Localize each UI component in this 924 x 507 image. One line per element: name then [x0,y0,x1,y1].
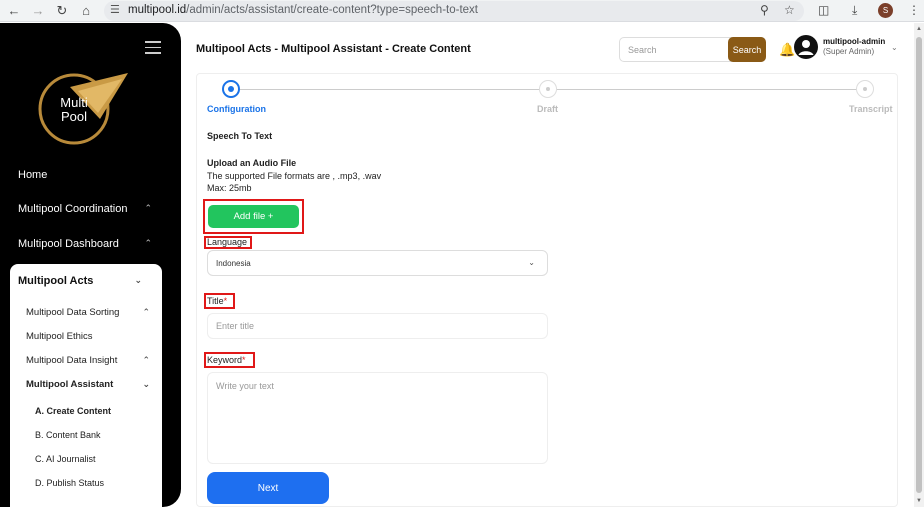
sidebar-item-data-insight[interactable]: Multipool Data Insight ⌃ [26,355,154,366]
step-draft-dot[interactable] [539,80,557,98]
hamburger-menu-icon[interactable] [145,41,161,54]
page-title: Multipool Acts - Multipool Assistant - C… [196,43,471,55]
sidebar-item-create-content[interactable]: A. Create Content [35,406,163,416]
chevron-up-icon: ⌃ [144,238,152,248]
upload-formats: The supported File formats are , .mp3, .… [207,171,382,181]
sidebar-item-coordination[interactable]: Multipool Coordination ⌃ [18,203,158,215]
create-content-card: Configuration Draft Transcript Speech To… [196,73,898,507]
upload-title: Upload an Audio File [207,158,297,168]
user-role: (Super Admin) [823,47,875,56]
step-transcript-label: Transcript [849,104,893,114]
sidebar-item-content-bank[interactable]: B. Content Bank [35,430,163,440]
step-draft-label: Draft [537,104,559,114]
star-icon[interactable]: ☆ [784,3,795,17]
chevron-up-icon: ⌃ [142,355,150,365]
title-input[interactable] [207,313,548,339]
section-title: Speech To Text [207,131,273,141]
forward-arrow-icon[interactable]: → [30,3,46,19]
page-scrollbar[interactable]: ▲ ▼ [914,23,924,507]
site-settings-icon[interactable]: ☰ [110,3,120,16]
user-avatar-icon[interactable] [794,35,818,59]
multipool-logo: Multi Pool [38,73,128,145]
language-select[interactable]: Indonesia ⌄ [207,250,548,276]
browser-toolbar: ← → ↻ ⌂ ☰ multipool.id/admin/acts/assist… [0,0,924,22]
extensions-icon[interactable]: ◫ [818,3,829,17]
sidebar-item-dashboard[interactable]: Multipool Dashboard ⌃ [18,238,158,250]
download-icon[interactable]: ⤓ [852,3,857,18]
notification-bell-icon[interactable]: 🔔 [779,42,795,58]
chevron-down-icon[interactable]: ⌄ [891,43,898,52]
address-bar[interactable]: ☰ multipool.id/admin/acts/assistant/crea… [104,1,804,21]
stepper-connector [557,89,857,90]
top-header: Multipool Acts - Multipool Assistant - C… [181,23,924,73]
svg-text:Pool: Pool [61,109,87,124]
language-selected-value: Indonesia [216,259,251,268]
sidebar-item-assistant[interactable]: Multipool Assistant ⌄ [26,379,154,390]
user-name: multipool-admin [823,37,886,46]
scroll-down-icon[interactable]: ▼ [916,498,922,504]
sidebar-item-acts[interactable]: Multipool Acts ⌄ [18,275,146,287]
language-label: Language [207,237,248,247]
zoom-icon[interactable]: ⚲ [760,3,769,17]
scrollbar-thumb[interactable] [916,37,922,493]
chevron-up-icon: ⌃ [144,203,152,213]
step-configuration-label: Configuration [207,104,266,114]
chevron-down-icon: ⌄ [142,379,150,389]
step-configuration-dot[interactable] [222,80,240,98]
add-file-button[interactable]: Add file + [208,205,299,228]
sidebar: Multi Pool Home Multipool Coordination ⌃ … [0,23,181,507]
step-transcript-dot[interactable] [856,80,874,98]
stepper-connector [239,89,539,90]
chevron-up-icon: ⌃ [142,307,150,317]
sidebar-item-ethics[interactable]: Multipool Ethics [26,331,154,342]
upload-max-size: Max: 25mb [207,183,252,193]
home-icon[interactable]: ⌂ [78,3,94,19]
back-arrow-icon[interactable]: ← [6,3,22,19]
sidebar-item-ai-journalist[interactable]: C. AI Journalist [35,454,163,464]
search-button[interactable]: Search [728,37,766,62]
url-text: multipool.id/admin/acts/assistant/create… [128,4,478,16]
sidebar-item-publish-status[interactable]: D. Publish Status [35,478,163,488]
reload-icon[interactable]: ↻ [54,3,70,19]
keyword-textarea[interactable] [207,372,548,464]
sidebar-item-home[interactable]: Home [18,169,158,181]
chevron-down-icon: ⌄ [134,275,142,285]
keyword-label: Keyword* [207,355,246,365]
svg-text:Multi: Multi [60,95,88,110]
title-label: Title* [207,296,228,306]
browser-menu-icon[interactable]: ⋮ [908,3,920,17]
sidebar-submenu-acts: Multipool Acts ⌄ Multipool Data Sorting ⌃ … [10,264,162,507]
next-button[interactable]: Next [207,472,329,504]
sidebar-item-data-sorting[interactable]: Multipool Data Sorting ⌃ [26,307,154,318]
chevron-down-icon: ⌄ [528,258,535,267]
scroll-up-icon[interactable]: ▲ [916,26,922,32]
profile-avatar[interactable]: S [878,3,893,18]
